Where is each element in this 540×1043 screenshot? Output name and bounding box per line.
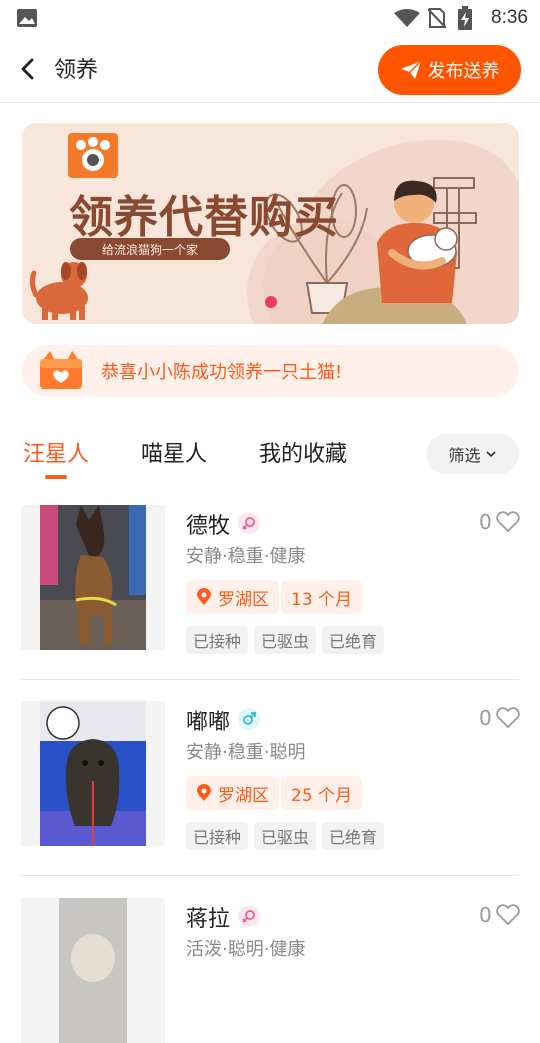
pet-location: 罗湖区 bbox=[186, 580, 279, 614]
like-button[interactable]: 0 bbox=[479, 510, 521, 534]
pet-photo-dog-shihtzu bbox=[40, 701, 146, 846]
pet-location: 罗湖区 bbox=[186, 776, 279, 810]
like-count: 0 bbox=[479, 903, 492, 927]
pet-traits: 安静·稳重·聪明 bbox=[186, 742, 306, 763]
chevron-down-icon bbox=[485, 451, 496, 458]
pet-photo bbox=[21, 898, 165, 1043]
adoption-banner[interactable]: 领养代替购买 给流浪猫狗一个家 bbox=[22, 123, 519, 324]
list-divider bbox=[21, 679, 519, 680]
gallery-icon bbox=[17, 9, 37, 27]
location-pin-icon bbox=[197, 784, 211, 801]
heart-icon bbox=[496, 904, 520, 925]
pet-list-item[interactable]: 蒋拉 活泼·聪明·健康 0 bbox=[0, 898, 540, 1043]
location-pin-icon bbox=[197, 588, 211, 605]
like-count: 0 bbox=[479, 706, 492, 730]
publish-label: 发布送养 bbox=[427, 61, 500, 82]
adoption-notice[interactable]: 恭喜小小陈成功领养一只土猫! bbox=[22, 345, 519, 397]
tab-favorites[interactable]: 我的收藏 bbox=[259, 436, 347, 468]
like-button[interactable]: 0 bbox=[479, 903, 521, 927]
heart-icon bbox=[496, 511, 520, 532]
active-tab-indicator bbox=[45, 475, 67, 479]
status-time: 8:36 bbox=[491, 7, 528, 28]
pet-traits: 安静·稳重·健康 bbox=[186, 546, 306, 567]
no-sim-icon bbox=[428, 8, 446, 28]
pet-photo bbox=[21, 701, 165, 846]
status-tag-vaccinated: 已接种 bbox=[186, 626, 249, 654]
list-divider bbox=[21, 875, 519, 876]
banner-title: 领养代替购买 bbox=[69, 192, 339, 243]
gender-male-icon bbox=[238, 708, 260, 730]
pet-location-label: 罗湖区 bbox=[218, 785, 269, 806]
notice-text: 恭喜小小陈成功领养一只土猫! bbox=[101, 362, 343, 383]
chevron-left-icon bbox=[21, 58, 34, 80]
pet-list-item[interactable]: 德牧 安静·稳重·健康 罗湖区 13 个月 已接种 已驱虫 已绝育 0 bbox=[0, 505, 540, 701]
back-button[interactable] bbox=[14, 52, 42, 86]
paw-logo-icon bbox=[68, 133, 118, 178]
pet-name: 嘟嘟 bbox=[186, 710, 231, 735]
pet-list-item[interactable]: 嘟嘟 安静·稳重·聪明 罗湖区 25 个月 已接种 已驱虫 已绝育 0 bbox=[0, 701, 540, 897]
pet-location-label: 罗湖区 bbox=[218, 589, 269, 610]
like-button[interactable]: 0 bbox=[479, 706, 521, 730]
gift-box-icon bbox=[40, 351, 82, 389]
status-bar: 8:36 bbox=[0, 0, 540, 36]
status-tag-vaccinated: 已接种 bbox=[186, 822, 249, 850]
pet-photo bbox=[21, 505, 165, 650]
top-nav: 领养 发布送养 bbox=[0, 36, 540, 103]
pet-photo-dog-shepherd bbox=[40, 505, 146, 650]
filter-label: 筛选 bbox=[448, 446, 481, 465]
battery-charging-icon bbox=[458, 6, 472, 30]
status-tag-dewormed: 已驱虫 bbox=[254, 626, 317, 654]
filter-button[interactable]: 筛选 bbox=[426, 434, 519, 474]
status-tag-neutered: 已绝育 bbox=[322, 822, 385, 850]
pet-age: 13 个月 bbox=[281, 580, 363, 614]
pet-traits: 活泼·聪明·健康 bbox=[186, 939, 306, 960]
send-icon bbox=[400, 60, 422, 79]
heart-icon bbox=[496, 707, 520, 728]
wifi-icon bbox=[394, 9, 420, 27]
pet-name: 德牧 bbox=[186, 514, 231, 539]
banner-subtitle: 给流浪猫狗一个家 bbox=[70, 238, 230, 260]
pet-age: 25 个月 bbox=[281, 776, 363, 810]
pet-name: 蒋拉 bbox=[186, 907, 231, 932]
status-tag-dewormed: 已驱虫 bbox=[254, 822, 317, 850]
tab-dogs[interactable]: 汪星人 bbox=[23, 436, 89, 468]
status-tag-neutered: 已绝育 bbox=[322, 626, 385, 654]
publish-adoption-button[interactable]: 发布送养 bbox=[378, 45, 521, 95]
pet-photo-dog bbox=[59, 898, 127, 1043]
like-count: 0 bbox=[479, 510, 492, 534]
gender-female-icon bbox=[238, 905, 260, 927]
tab-cats[interactable]: 喵星人 bbox=[141, 436, 207, 468]
page-title: 领养 bbox=[54, 58, 99, 83]
gender-female-icon bbox=[238, 512, 260, 534]
